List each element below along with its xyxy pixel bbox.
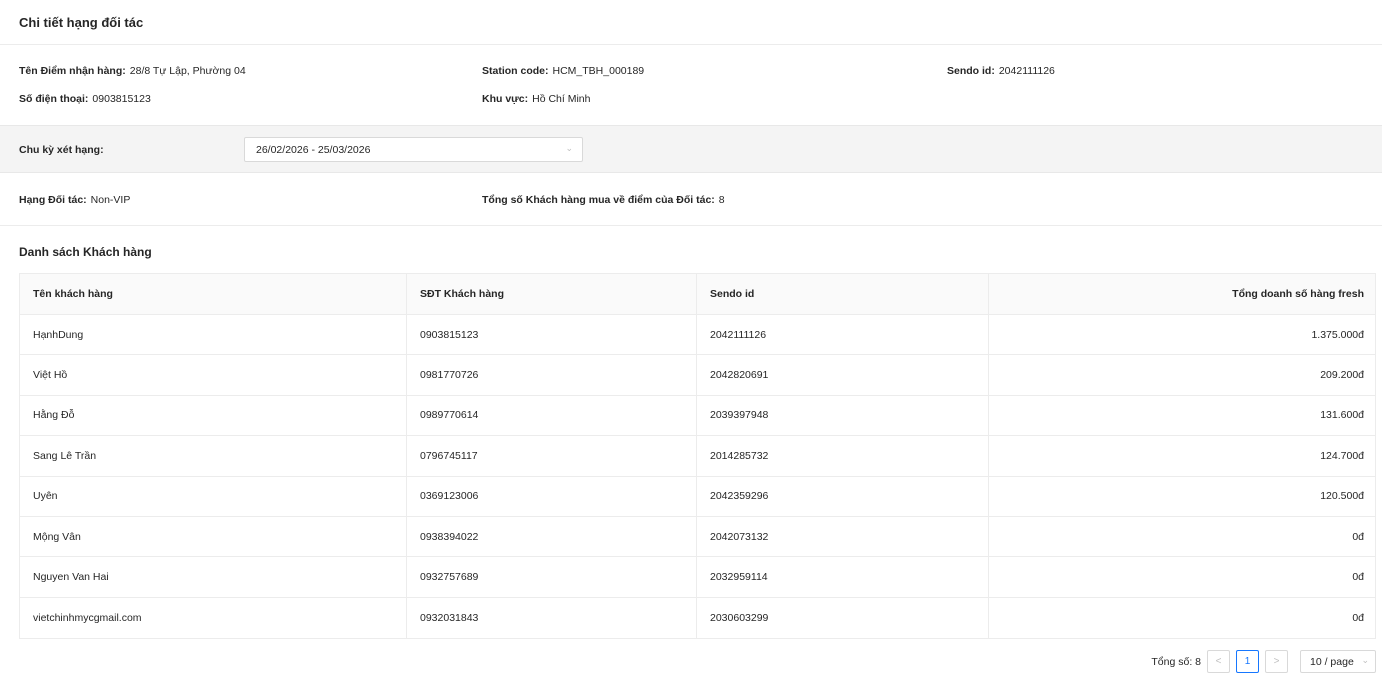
rank-value: Non-VIP [90, 194, 131, 206]
station-info: Station code: HCM_TBH_000189 [482, 65, 644, 77]
address-label: Tên Điểm nhận hàng: [19, 65, 126, 77]
cell-total: 209.200đ [1320, 369, 1364, 382]
cell-total: 1.375.000đ [1311, 328, 1364, 341]
total-customers-label: Tổng số Khách hàng mua về điểm của Đối t… [482, 194, 715, 206]
sendo-id-value: 2042111126 [998, 65, 1055, 77]
page-size-value: 10 / page [1310, 655, 1354, 668]
page-size-select[interactable]: 10 / page ⌄ [1300, 650, 1376, 673]
next-page-button[interactable]: > [1265, 650, 1288, 673]
cell-sendo-id: 2042073132 [697, 516, 989, 557]
cell-sendo-id: 2032959114 [697, 557, 989, 597]
cell-sendo-id: 2042820691 [697, 355, 989, 395]
pagination-total: Tổng số: 8 [1151, 655, 1201, 668]
cell-phone: 0938394022 [407, 516, 697, 557]
column-header-total: Tổng doanh số hàng fresh [1232, 288, 1364, 300]
page-button-1[interactable]: 1 [1236, 650, 1259, 673]
total-customers-value: 8 [718, 194, 725, 206]
cell-total: 0đ [1352, 530, 1364, 543]
table-row: Sang Lê Trần 0796745117 2014285732 124.7… [20, 436, 1375, 477]
rank-section: Hạng Đối tác: Non-VIP Tổng số Khách hàng… [0, 173, 1382, 226]
cell-sendo-id: 2039397948 [697, 395, 989, 436]
cycle-select-value: 26/02/2026 - 25/03/2026 [256, 143, 371, 156]
page-header: Chi tiết hạng đối tác [0, 0, 1382, 45]
cell-phone: 0932757689 [407, 557, 697, 597]
region-info: Khu vực: Hồ Chí Minh [482, 93, 590, 105]
page-title: Chi tiết hạng đối tác [19, 14, 144, 30]
address-value: 28/8 Tự Lập, Phường 04 [129, 65, 246, 77]
chevron-left-icon: < [1215, 656, 1222, 667]
chevron-down-icon: ⌄ [565, 143, 573, 153]
phone-label: Số điện thoại: [19, 93, 89, 105]
table-row: vietchinhmycgmail.com 0932031843 2030603… [20, 597, 1375, 639]
phone-info: Số điện thoại: 0903815123 [19, 93, 151, 105]
chevron-right-icon: > [1273, 656, 1280, 667]
cell-phone: 0369123006 [407, 476, 697, 516]
table-header: Tên khách hàng SĐT Khách hàng Sendo id T… [20, 274, 1375, 315]
cell-sendo-id: 2014285732 [697, 436, 989, 476]
cell-total: 0đ [1352, 571, 1364, 584]
station-label: Station code: [482, 65, 549, 77]
cycle-select[interactable]: 26/02/2026 - 25/03/2026 ⌄ [244, 137, 583, 162]
cycle-filter-bar: Chu kỳ xét hạng: 26/02/2026 - 25/03/2026… [0, 125, 1382, 173]
prev-page-button[interactable]: < [1207, 650, 1230, 673]
cell-total: 0đ [1352, 611, 1364, 624]
cell-name: Mộng Vân [20, 516, 407, 557]
table-row: Mộng Vân 0938394022 2042073132 0đ [20, 516, 1375, 558]
sendo-id-info: Sendo id: 2042111126 [947, 65, 1055, 77]
table-row: Việt Hồ 0981770726 2042820691 209.200đ [20, 355, 1375, 396]
pagination: Tổng số: 8 < 1 > 10 / page ⌄ [1151, 650, 1376, 673]
cell-total: 131.600đ [1320, 409, 1364, 422]
column-header-phone: SĐT Khách hàng [407, 274, 697, 314]
cell-name: Sang Lê Trần [20, 436, 407, 476]
cell-total: 120.500đ [1320, 490, 1364, 503]
region-label: Khu vực: [482, 93, 529, 105]
cell-name: Hằng Đỗ [20, 395, 407, 436]
table-row: Nguyen Van Hai 0932757689 2032959114 0đ [20, 557, 1375, 598]
cell-name: Nguyen Van Hai [20, 557, 407, 597]
cell-phone: 0989770614 [407, 395, 697, 436]
rank-label: Hạng Đối tác: [19, 194, 87, 206]
table-row: HạnhDung 0903815123 2042111126 1.375.000… [20, 315, 1375, 356]
cycle-label: Chu kỳ xét hạng: [19, 144, 104, 156]
cell-name: Uyên [20, 476, 407, 516]
region-value: Hồ Chí Minh [532, 93, 591, 105]
cell-sendo-id: 2030603299 [697, 597, 989, 639]
station-value: HCM_TBH_000189 [552, 65, 645, 77]
cell-name: Việt Hồ [20, 355, 407, 395]
phone-value: 0903815123 [92, 93, 151, 105]
chevron-down-icon: ⌄ [1361, 655, 1369, 665]
customer-table: Tên khách hàng SĐT Khách hàng Sendo id T… [19, 273, 1376, 640]
address-info: Tên Điểm nhận hàng: 28/8 Tự Lập, Phường … [19, 65, 246, 77]
cell-name: HạnhDung [20, 315, 407, 355]
total-customers-info: Tổng số Khách hàng mua về điểm của Đối t… [482, 194, 725, 206]
customer-list-title: Danh sách Khách hàng [19, 245, 152, 259]
cell-sendo-id: 2042111126 [697, 315, 989, 355]
table-row: Hằng Đỗ 0989770614 2039397948 131.600đ [20, 395, 1375, 437]
rank-info: Hạng Đối tác: Non-VIP [19, 194, 130, 206]
column-header-sendo-id: Sendo id [697, 274, 989, 314]
cell-name: vietchinhmycgmail.com [20, 597, 407, 639]
cell-phone: 0796745117 [407, 436, 697, 476]
cell-phone: 0932031843 [407, 597, 697, 639]
column-header-name: Tên khách hàng [20, 274, 407, 314]
cell-sendo-id: 2042359296 [697, 476, 989, 516]
cell-phone: 0903815123 [407, 315, 697, 355]
sendo-id-label: Sendo id: [947, 65, 995, 77]
cell-total: 124.700đ [1320, 449, 1364, 462]
table-row: Uyên 0369123006 2042359296 120.500đ [20, 476, 1375, 517]
partner-info-section: Tên Điểm nhận hàng: 28/8 Tự Lập, Phường … [0, 45, 1382, 125]
cell-phone: 0981770726 [407, 355, 697, 395]
